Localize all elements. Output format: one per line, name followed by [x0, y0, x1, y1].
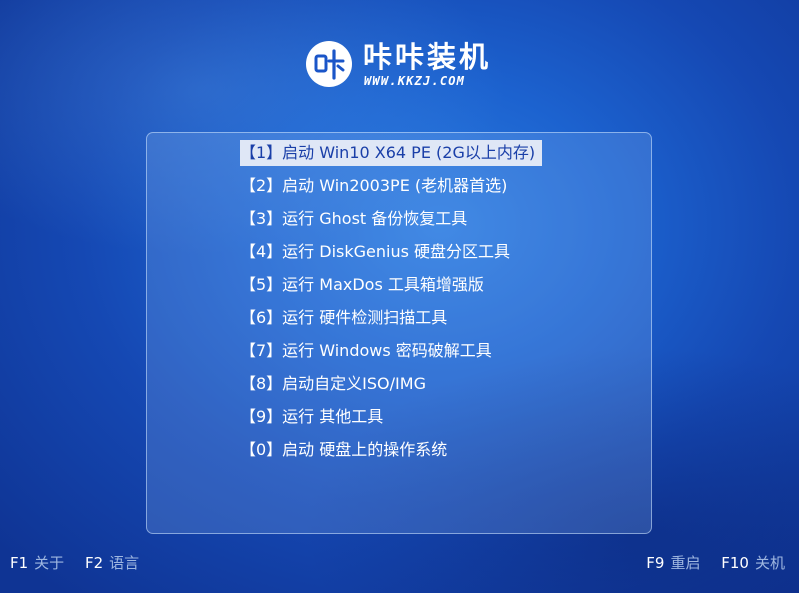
hotkey-action: 重启	[670, 554, 701, 572]
menu-item-8[interactable]: 【8】启动自定义ISO/IMG	[240, 371, 433, 397]
hotkey-key: F1	[10, 554, 29, 572]
hotkey-key: F9	[646, 554, 665, 572]
menu-item-9[interactable]: 【9】运行 其他工具	[240, 404, 390, 430]
boot-menu-panel: 【1】启动 Win10 X64 PE (2G以上内存) 【2】启动 Win200…	[146, 132, 652, 534]
menu-item-1[interactable]: 【1】启动 Win10 X64 PE (2G以上内存)	[240, 140, 543, 166]
brand-logo-icon	[306, 41, 352, 87]
menu-item-6[interactable]: 【6】运行 硬件检测扫描工具	[240, 305, 454, 331]
hotkey-action: 语言	[109, 554, 140, 572]
menu-item-4[interactable]: 【4】运行 DiskGenius 硬盘分区工具	[240, 239, 517, 265]
footer-left-hotkeys: F1 关于 F2 语言	[10, 553, 139, 573]
brand-name: 咔咔装机	[363, 40, 492, 74]
hotkey-key: F2	[84, 554, 104, 572]
hotkey-language[interactable]: F2 语言	[85, 553, 139, 573]
brand-url: WWW.KKZJ.COM	[364, 74, 466, 88]
menu-item-5[interactable]: 【5】运行 MaxDos 工具箱增强版	[240, 272, 491, 298]
hotkey-about[interactable]: F1 关于	[10, 553, 64, 573]
brand-logo-glyph	[314, 49, 345, 80]
hotkey-shutdown[interactable]: F10 关机	[721, 553, 785, 573]
menu-item-2[interactable]: 【2】启动 Win2003PE (老机器首选)	[240, 173, 514, 199]
footer-right-hotkeys: F9 重启 F10 关机	[646, 553, 785, 573]
hotkey-restart[interactable]: F9 重启	[646, 553, 700, 573]
hotkey-action: 关机	[754, 554, 785, 572]
menu-item-7[interactable]: 【7】运行 Windows 密码破解工具	[240, 338, 499, 364]
menu-item-3[interactable]: 【3】运行 Ghost 备份恢复工具	[240, 206, 474, 232]
hotkey-key: F10	[721, 554, 749, 572]
hotkey-action: 关于	[34, 554, 65, 572]
menu-item-0[interactable]: 【0】启动 硬盘上的操作系统	[240, 437, 454, 463]
